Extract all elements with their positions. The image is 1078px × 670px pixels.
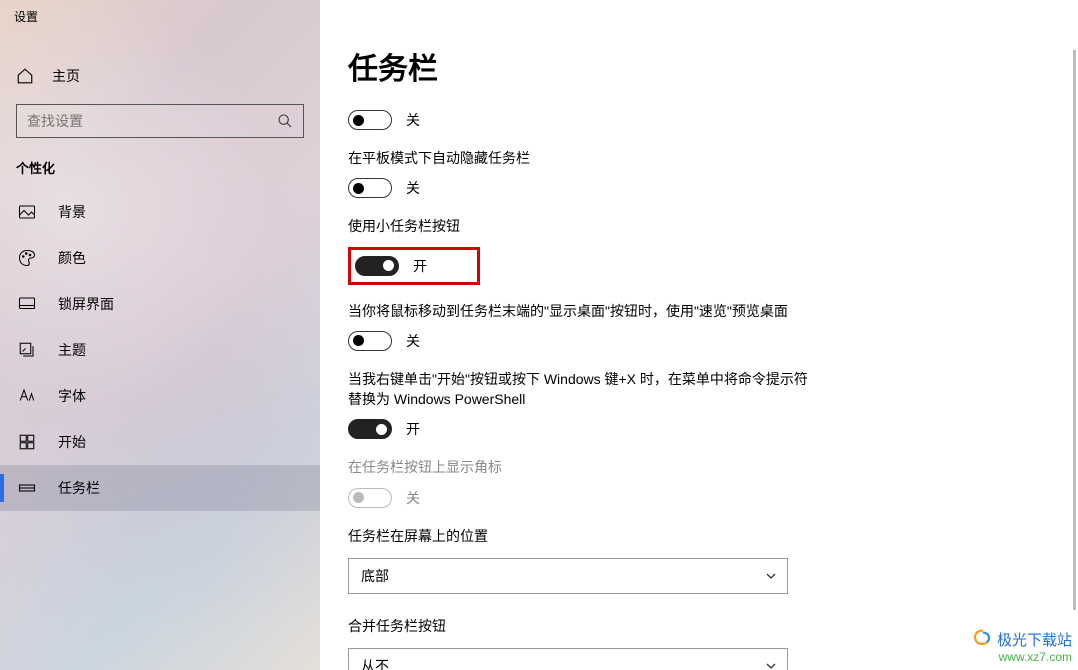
toggle-lock-taskbar-row: 关 — [348, 110, 1042, 130]
highlight-box: 开 — [348, 247, 480, 285]
search-icon — [277, 113, 293, 129]
sidebar-item-label: 背景 — [58, 202, 86, 222]
toggle-badges — [348, 488, 392, 508]
label-peek-desktop: 当你将鼠标移动到任务栏末端的"显示桌面"按钮时，使用"速览"预览桌面 — [348, 301, 808, 321]
toggle-autohide-tablet[interactable] — [348, 178, 392, 198]
page-title: 任务栏 — [348, 44, 1042, 88]
toggle-state: 关 — [406, 178, 420, 198]
home-label: 主页 — [52, 66, 80, 86]
dropdown-position[interactable]: 底部 — [348, 558, 788, 594]
home-nav[interactable]: 主页 — [0, 56, 320, 96]
sidebar-item-label: 主题 — [58, 340, 86, 360]
chevron-down-icon — [765, 570, 777, 582]
search-input[interactable] — [27, 113, 277, 129]
label-small-buttons: 使用小任务栏按钮 — [348, 216, 808, 236]
label-badges: 在任务栏按钮上显示角标 — [348, 457, 808, 477]
sidebar-item-background[interactable]: 背景 — [0, 189, 320, 235]
toggle-state: 开 — [406, 419, 420, 439]
search-box[interactable] — [16, 104, 304, 138]
palette-icon — [18, 249, 36, 267]
dropdown-combine[interactable]: 从不 — [348, 648, 788, 670]
sidebar-item-lockscreen[interactable]: 锁屏界面 — [0, 281, 320, 327]
toggle-state: 关 — [406, 488, 420, 508]
settings-window: 设置 主页 个性化 — [0, 0, 1078, 670]
taskbar-icon — [18, 479, 36, 497]
titlebar: 设置 — [0, 0, 1078, 32]
sidebar-nav: 背景 颜色 锁屏界面 主题 字体 开始 — [0, 189, 320, 511]
scrollbar[interactable] — [1073, 50, 1076, 610]
toggle-state: 关 — [406, 110, 420, 130]
sidebar-item-label: 任务栏 — [58, 478, 100, 498]
toggle-peek-desktop[interactable] — [348, 331, 392, 351]
start-icon — [18, 433, 36, 451]
home-icon — [16, 67, 34, 85]
sidebar-item-themes[interactable]: 主题 — [0, 327, 320, 373]
sidebar-item-fonts[interactable]: 字体 — [0, 373, 320, 419]
heading-position: 任务栏在屏幕上的位置 — [348, 526, 1042, 546]
section-title: 个性化 — [0, 156, 320, 189]
themes-icon — [18, 341, 36, 359]
toggle-state: 关 — [406, 331, 420, 351]
font-icon — [18, 387, 36, 405]
toggle-state: 开 — [413, 256, 427, 276]
window-title: 设置 — [14, 8, 38, 25]
sidebar-item-label: 字体 — [58, 386, 86, 406]
toggle-small-buttons[interactable] — [355, 256, 399, 276]
sidebar: 主页 个性化 背景 颜色 锁屏界面 — [0, 0, 320, 670]
sidebar-item-taskbar[interactable]: 任务栏 — [0, 465, 320, 511]
picture-icon — [18, 203, 36, 221]
sidebar-item-label: 锁屏界面 — [58, 294, 114, 314]
main-content: 任务栏 关 在平板模式下自动隐藏任务栏 关 使用小任务栏按钮 开 当你将鼠标移动… — [320, 0, 1078, 670]
lockscreen-icon — [18, 295, 36, 313]
chevron-down-icon — [765, 660, 777, 670]
sidebar-item-start[interactable]: 开始 — [0, 419, 320, 465]
dropdown-value: 从不 — [361, 656, 389, 670]
sidebar-item-colors[interactable]: 颜色 — [0, 235, 320, 281]
sidebar-item-label: 颜色 — [58, 248, 86, 268]
heading-combine: 合并任务栏按钮 — [348, 616, 1042, 636]
dropdown-value: 底部 — [361, 566, 389, 586]
toggle-lock-taskbar[interactable] — [348, 110, 392, 130]
label-autohide-tablet: 在平板模式下自动隐藏任务栏 — [348, 148, 808, 168]
label-powershell: 当我右键单击"开始"按钮或按下 Windows 键+X 时，在菜单中将命令提示符… — [348, 369, 808, 410]
sidebar-item-label: 开始 — [58, 432, 86, 452]
toggle-powershell[interactable] — [348, 419, 392, 439]
